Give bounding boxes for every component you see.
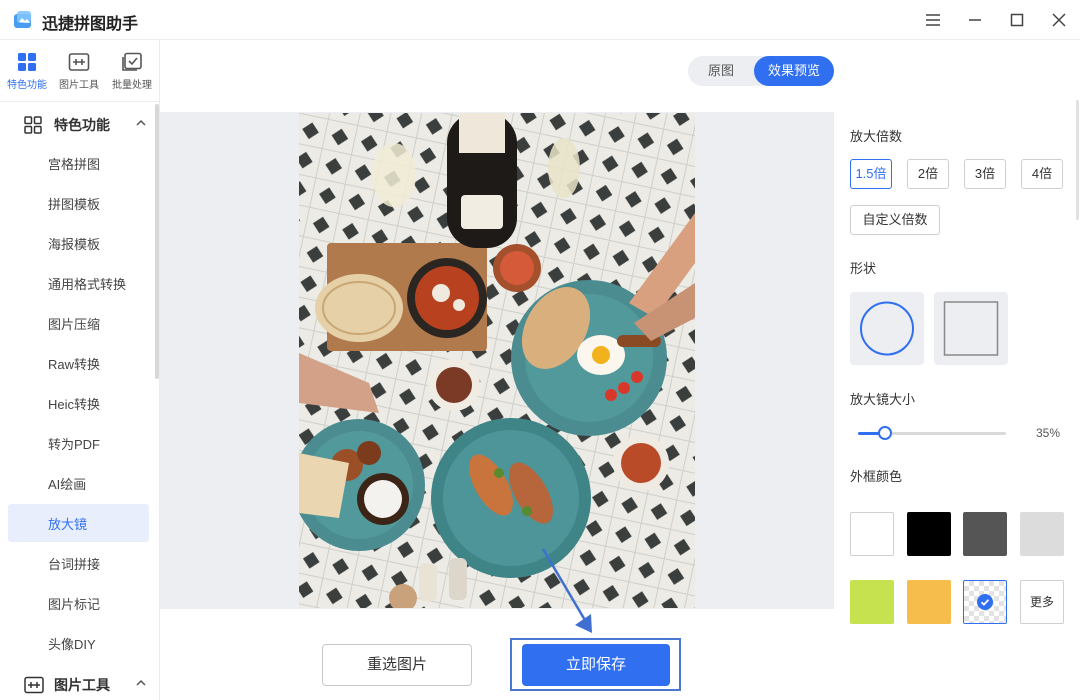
top-nav: 特色功能 图片工具 批量处理 (0, 40, 160, 102)
shape-circle-option[interactable] (850, 292, 924, 365)
sidebar-item-label: 拼图模板 (48, 197, 101, 212)
batch-icon (122, 52, 142, 71)
menu-button[interactable] (921, 8, 945, 32)
custom-magnification-button[interactable]: 自定义倍数 (850, 205, 940, 235)
app-title: 迅捷拼图助手 (42, 16, 139, 33)
maximize-button[interactable] (1005, 8, 1029, 32)
image-tool-icon (24, 676, 44, 694)
chevron-up-icon (136, 679, 146, 686)
reselect-image-button[interactable]: 重选图片 (322, 644, 472, 686)
sidebar-item-label: 转为PDF (48, 437, 101, 452)
magnification-4x-button[interactable]: 4倍 (1021, 159, 1063, 189)
circle-icon (860, 301, 914, 356)
minimize-icon (969, 19, 981, 21)
preview-toggle: 原图 效果预览 (688, 56, 834, 86)
magnification-label: 放大倍数 (850, 129, 903, 144)
maximize-icon (1010, 13, 1024, 27)
shape-square-option[interactable] (934, 292, 1008, 365)
panel-scrollbar[interactable] (1076, 100, 1079, 220)
sidebar-item-label: 头像DIY (48, 637, 96, 652)
color-swatch-lime[interactable] (850, 580, 894, 624)
sidebar-item-heic-convert[interactable]: Heic转换 (8, 384, 149, 422)
sidebar-item-image-markup[interactable]: 图片标记 (8, 584, 149, 622)
toggle-effect-preview[interactable]: 效果预览 (754, 56, 834, 86)
shape-label: 形状 (850, 261, 877, 276)
size-slider-thumb[interactable] (878, 426, 892, 440)
image-tool-icon (68, 53, 90, 71)
sidebar-item-format-convert[interactable]: 通用格式转换 (8, 264, 149, 302)
sidebar-item-label: 台词拼接 (48, 557, 101, 572)
app-logo-icon (14, 11, 31, 28)
section-title: 特色功能 (54, 117, 110, 133)
save-now-button[interactable]: 立即保存 (522, 644, 670, 686)
color-swatch-dark-gray[interactable] (963, 512, 1007, 556)
topnav-label: 图片工具 (59, 80, 99, 91)
border-color-label: 外框颜色 (850, 469, 903, 484)
color-swatch-orange[interactable] (907, 580, 951, 624)
check-icon (977, 594, 993, 610)
section-featured[interactable]: 特色功能 (0, 104, 152, 144)
close-icon (1052, 13, 1066, 27)
sidebar-item-label: 通用格式转换 (48, 277, 127, 292)
topnav-batch[interactable]: 批量处理 (106, 52, 158, 96)
close-button[interactable] (1047, 8, 1071, 32)
sidebar-item-ai-painting[interactable]: AI绘画 (8, 464, 149, 502)
sidebar-item-caption-stitch[interactable]: 台词拼接 (8, 544, 149, 582)
magnification-1-5x-button[interactable]: 1.5倍 (850, 159, 892, 189)
sidebar-item-label: 放大镜 (48, 517, 88, 532)
sidebar-item-label: Heic转换 (48, 397, 101, 412)
toggle-original[interactable]: 原图 (688, 56, 754, 86)
magnification-3x-button[interactable]: 3倍 (964, 159, 1006, 189)
magnifier-size-label: 放大镜大小 (850, 392, 916, 407)
color-swatch-light-gray[interactable] (1020, 512, 1064, 556)
more-colors-button[interactable]: 更多 (1020, 580, 1064, 624)
chevron-up-icon (136, 119, 146, 126)
size-slider-value: 35% (1036, 426, 1061, 440)
square-icon (943, 301, 999, 356)
sidebar-item-magnifier[interactable]: 放大镜 (8, 504, 149, 542)
sidebar-item-label: 图片压缩 (48, 317, 101, 332)
topnav-featured[interactable]: 特色功能 (1, 52, 53, 96)
sidebar-item-grid-collage[interactable]: 宫格拼图 (8, 144, 149, 182)
color-swatch-white[interactable] (850, 512, 894, 556)
sidebar: 特色功能 图片工具 批量处理 特色功能 宫格拼图 拼图模板 海报模板 通用格式转… (0, 40, 160, 700)
sidebar-item-to-pdf[interactable]: 转为PDF (8, 424, 149, 462)
minimize-button[interactable] (963, 8, 987, 32)
sidebar-item-label: Raw转换 (48, 357, 101, 372)
color-swatch-black[interactable] (907, 512, 951, 556)
title-bar: 迅捷拼图助手 (0, 0, 1080, 40)
sidebar-item-label: 宫格拼图 (48, 157, 101, 172)
topnav-image-tools[interactable]: 图片工具 (53, 52, 105, 96)
grid-outline-icon (24, 116, 42, 134)
sidebar-scrollbar[interactable] (155, 104, 159, 379)
section-title: 图片工具 (54, 677, 110, 693)
sidebar-item-compress[interactable]: 图片压缩 (8, 304, 149, 342)
sidebar-item-label: 海报模板 (48, 237, 101, 252)
topnav-label: 特色功能 (7, 80, 47, 91)
magnification-2x-button[interactable]: 2倍 (907, 159, 949, 189)
section-image-tools[interactable]: 图片工具 (0, 664, 152, 700)
arrow-pointer-icon (541, 548, 592, 633)
sidebar-item-poster-template[interactable]: 海报模板 (8, 224, 149, 262)
color-swatch-transparent[interactable] (963, 580, 1007, 624)
sidebar-item-raw-convert[interactable]: Raw转换 (8, 344, 149, 382)
sidebar-item-collage-template[interactable]: 拼图模板 (8, 184, 149, 222)
hamburger-icon (926, 14, 940, 26)
food-photo (299, 113, 695, 608)
sidebar-item-avatar-diy[interactable]: 头像DIY (8, 624, 149, 662)
topnav-label: 批量处理 (112, 80, 152, 91)
sidebar-item-label: 图片标记 (48, 597, 101, 612)
grid-icon (18, 53, 36, 71)
sidebar-item-label: AI绘画 (48, 477, 87, 492)
